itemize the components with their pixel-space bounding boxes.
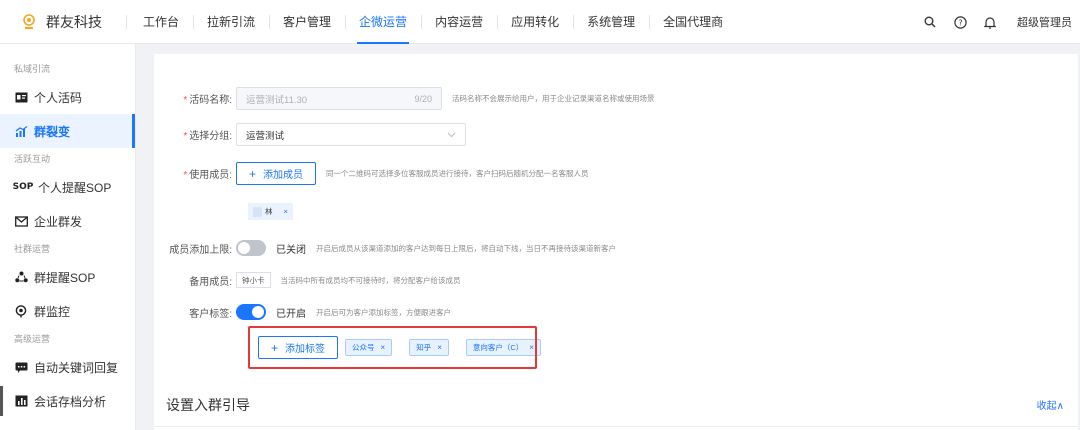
members-hint: 同一个二维码可选择多位客服成员进行接待，客户扫码后随机分配一名客服人员 — [326, 169, 589, 178]
highlight-box — [248, 326, 537, 369]
limit-state: 已关闭 — [276, 244, 306, 256]
divider — [154, 426, 1078, 427]
top-navigation-bar: 群友科技 工作台 拉新引流 客户管理 企微运营 内容运营 应用转化 系统管理 全国代理商 ? … — [0, 0, 1080, 44]
user-menu[interactable]: 超级管理员 — [1017, 14, 1072, 30]
group-nodes-icon — [14, 271, 28, 284]
collapse-link[interactable]: 收起∧ — [1037, 397, 1064, 412]
section-title: 设置入群引导 — [166, 397, 250, 413]
row-limit: 成员添加上限: 已关闭 开启后成员从该渠道添加的客户达到每日上限后，将自动下线，… — [154, 240, 616, 256]
contact-card-icon — [14, 91, 28, 104]
logo-icon — [20, 13, 38, 31]
sidebar-group-title: 私域引流 — [14, 64, 51, 74]
analytics-icon — [14, 395, 28, 408]
backup-hint: 当活码中所有成员均不可接待时，将分配客户给该成员 — [280, 275, 461, 285]
sidebar-item-label: 群裂变 — [34, 124, 71, 139]
sidebar-group-title: 高级运营 — [14, 334, 51, 344]
remove-member-icon[interactable]: × — [284, 207, 288, 216]
sidebar-item[interactable]: 群提醒SOP — [0, 260, 135, 294]
mail-send-icon — [14, 215, 28, 228]
code-name-hint: 活码名称不会展示给用户，用于企业记录渠道名称或使用场景 — [452, 94, 655, 103]
sidebar-item[interactable]: 企业群发 — [0, 204, 135, 238]
main-nav: 工作台 拉新引流 客户管理 企微运营 内容运营 应用转化 系统管理 全国代理商 — [129, 0, 737, 44]
tags-label: 客户标签: — [189, 308, 232, 320]
tags-state: 已开启 — [276, 308, 306, 320]
brand-logo[interactable]: 群友科技 — [0, 12, 126, 32]
nav-item[interactable]: 系统管理 — [573, 0, 649, 44]
required-mark: * — [183, 131, 188, 142]
nav-item[interactable]: 全国代理商 — [649, 0, 737, 44]
sidebar-group-title: 活跃互动 — [14, 154, 51, 164]
row-member-chips: 林 × — [248, 203, 293, 220]
main-content: * 活码名称: 运营测试11.30 9/20 活码名称不会展示给用户，用于企业记录… — [136, 44, 1080, 430]
row-code-name: * 活码名称: 运营测试11.30 9/20 活码名称不会展示给用户，用于企业记录… — [154, 87, 655, 110]
form-panel: * 活码名称: 运营测试11.30 9/20 活码名称不会展示给用户，用于企业记录… — [154, 54, 1078, 430]
help-icon[interactable]: ? — [953, 15, 967, 29]
nav-item[interactable]: 应用转化 — [497, 0, 573, 44]
group-label: 选择分组: — [189, 131, 232, 142]
members-label: 使用成员: — [189, 170, 232, 181]
limit-toggle[interactable] — [236, 240, 266, 256]
required-mark: * — [183, 170, 188, 181]
group-value: 运营测试 — [246, 130, 285, 142]
sidebar-item[interactable]: 群裂变 — [0, 114, 135, 148]
backup-member-chip[interactable]: 钟小卡 — [236, 272, 271, 288]
code-name-label: 活码名称: — [189, 95, 232, 106]
group-select[interactable]: 运营测试 — [236, 123, 466, 146]
required-mark: * — [183, 95, 188, 106]
chat-bubble-icon — [14, 361, 28, 374]
sidebar-item-label: 个人活码 — [34, 90, 83, 105]
monitor-icon — [14, 304, 28, 318]
member-chip: 林 × — [248, 203, 293, 220]
sidebar: 私域引流个人活码群裂变活跃互动 SOP 个人提醒SOP 企业群发社群运营群提醒SOP 群… — [0, 44, 136, 430]
sidebar-item[interactable]: SOP 个人提醒SOP — [0, 170, 135, 204]
add-member-button[interactable]: + 添加成员 — [236, 162, 317, 185]
sidebar-item[interactable]: 会话存档分析 — [0, 384, 135, 418]
sidebar-item-label: 会话存档分析 — [34, 394, 107, 409]
nav-item[interactable]: 企微运营 — [345, 0, 421, 44]
sidebar-item-label: 个人提醒SOP — [38, 180, 112, 195]
row-tags: 客户标签: 已开启 开启后可为客户添加标签，方便跟进客户 — [154, 304, 451, 320]
code-name-input[interactable]: 运营测试11.30 9/20 — [236, 87, 442, 110]
avatar — [253, 206, 262, 217]
sidebar-item-label: 群监控 — [34, 304, 71, 319]
backup-label: 备用成员: — [189, 276, 232, 288]
plus-icon: + — [249, 166, 257, 181]
nav-item[interactable]: 拉新引流 — [193, 0, 269, 44]
nav-item[interactable]: 内容运营 — [421, 0, 497, 44]
char-counter: 9/20 — [414, 93, 432, 104]
row-backup: 备用成员: 钟小卡 当活码中所有成员均不可接待时，将分配客户给该成员 — [154, 272, 461, 288]
chart-growth-icon — [14, 125, 28, 138]
sop-icon: SOP — [12, 182, 34, 192]
tags-toggle[interactable] — [236, 304, 266, 320]
nav-item[interactable]: 工作台 — [129, 0, 193, 44]
row-group: * 选择分组: 运营测试 — [154, 123, 466, 146]
top-right-tools: ? 超级管理员 — [907, 0, 1072, 44]
limit-label: 成员添加上限: — [169, 244, 232, 256]
sidebar-group-title: 社群运营 — [14, 244, 51, 254]
sidebar-item-label: 企业群发 — [34, 214, 83, 229]
nav-divider — [126, 14, 127, 29]
bell-icon[interactable] — [983, 15, 997, 29]
sidebar-item-label: 群提醒SOP — [34, 270, 96, 285]
row-members: * 使用成员: + 添加成员 同一个二维码可选择多位客服成员进行接待，客户扫码后随… — [154, 162, 589, 185]
sidebar-item[interactable]: 自动关键词回复 — [0, 350, 135, 384]
sidebar-item[interactable]: 群监控 — [0, 294, 135, 328]
sidebar-item-label: 自动关键词回复 — [34, 360, 119, 375]
chevron-down-icon — [447, 130, 456, 140]
search-icon[interactable] — [923, 15, 937, 29]
tags-hint: 开启后可为客户添加标签，方便跟进客户 — [316, 307, 451, 317]
sidebar-item[interactable]: 个人活码 — [0, 80, 135, 114]
limit-hint: 开启后成员从该渠道添加的客户达到每日上限后，将自动下线，当日不再接待该渠道新客户 — [316, 243, 616, 253]
app-name: 群友科技 — [46, 13, 102, 30]
nav-item[interactable]: 客户管理 — [269, 0, 345, 44]
code-name-value: 运营测试11.30 — [246, 94, 308, 106]
svg-text:?: ? — [958, 18, 962, 27]
